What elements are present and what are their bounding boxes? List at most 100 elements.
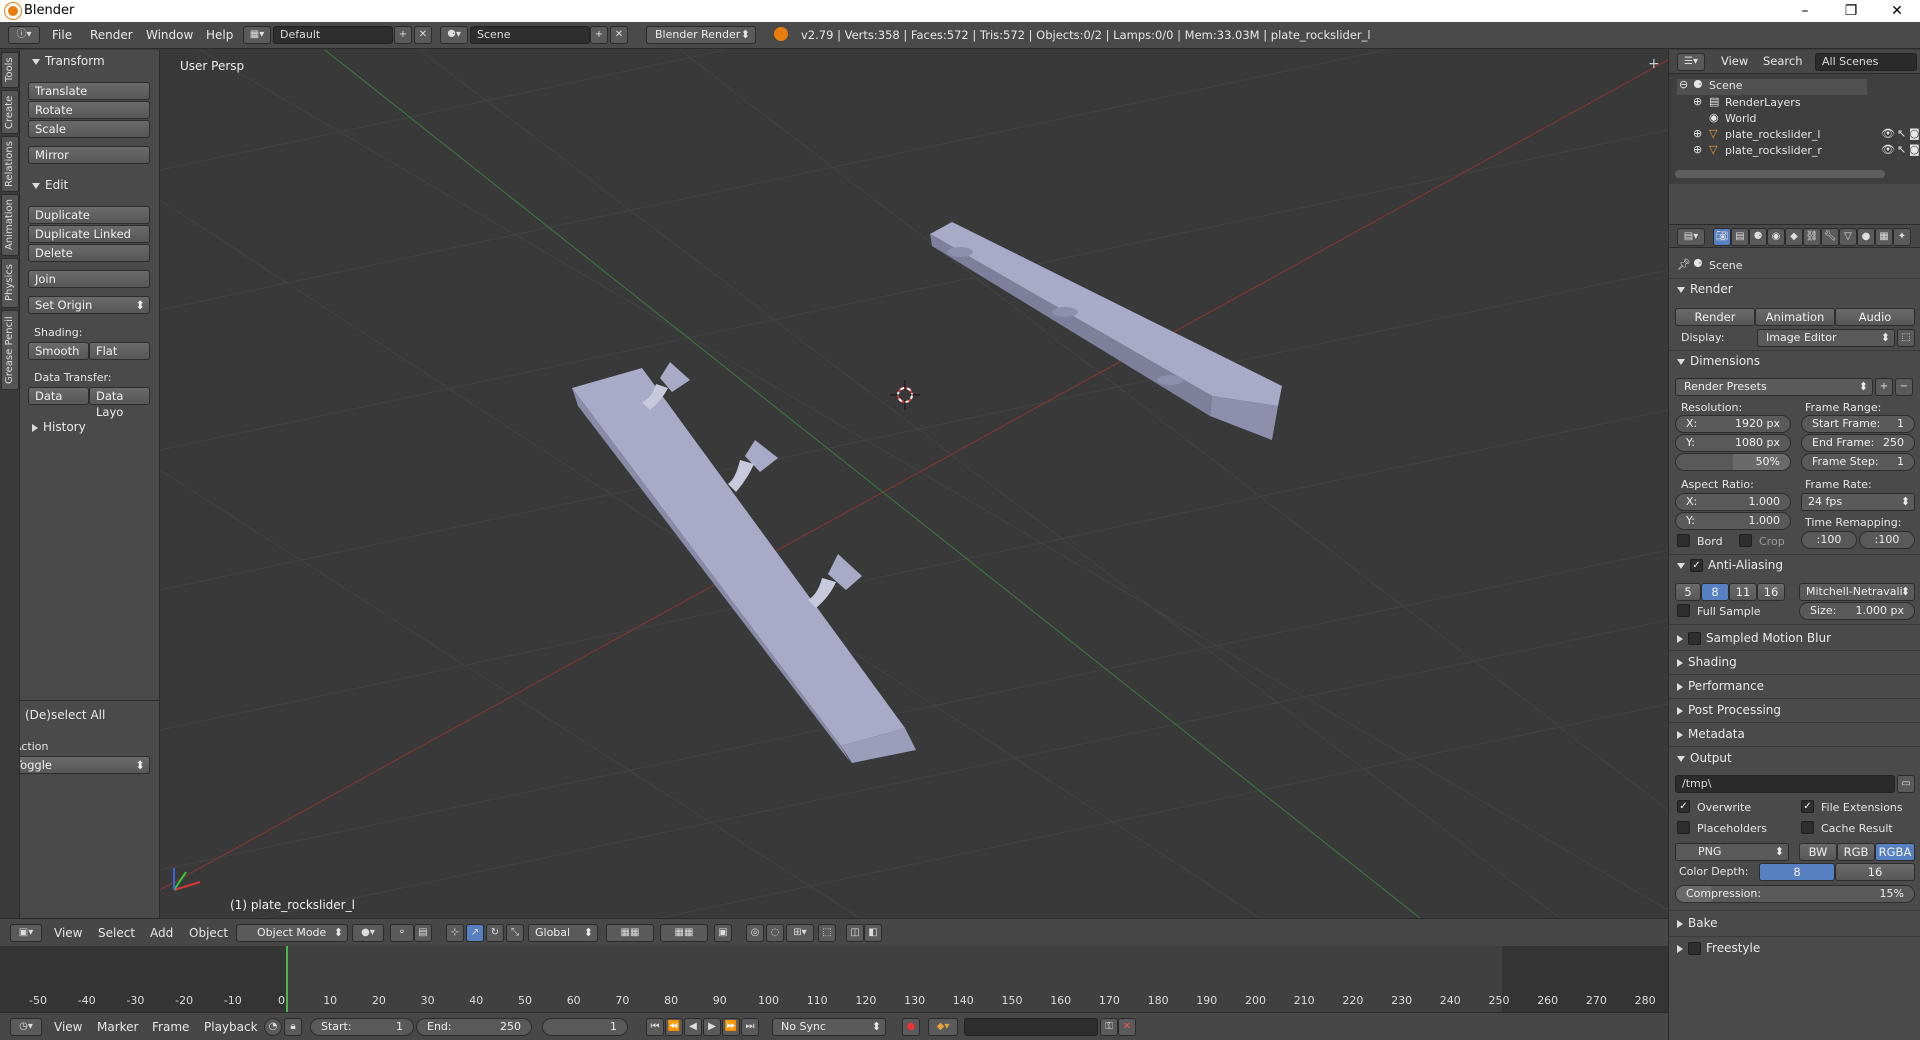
render-engine-select[interactable]: Blender Render ⬍ bbox=[646, 26, 756, 44]
aa-samples-8[interactable]: 8 bbox=[1701, 583, 1729, 601]
scale-manipulator-icon[interactable]: ⤡ bbox=[506, 924, 524, 942]
rotate-manipulator-icon[interactable]: ↻ bbox=[486, 924, 504, 942]
flat-button[interactable]: Flat bbox=[89, 342, 150, 360]
join-button[interactable]: Join bbox=[28, 270, 150, 288]
editor-type-3d-icon[interactable]: ▣▾ bbox=[10, 924, 42, 942]
render-animation-icon[interactable]: ◧ bbox=[864, 924, 882, 942]
layers-grid-1-icon[interactable]: ▦▦ bbox=[606, 924, 654, 942]
remap-new-field[interactable]: :100 bbox=[1859, 531, 1915, 549]
output-path-field[interactable]: /tmp\ bbox=[1675, 775, 1895, 793]
tab-physics[interactable]: Physics bbox=[1, 258, 19, 308]
tab-grease-pencil[interactable]: Grease Pencil bbox=[1, 310, 19, 390]
menu-select[interactable]: Select bbox=[98, 926, 135, 940]
render-camera-icon[interactable]: ◙ bbox=[1909, 127, 1920, 140]
layer-lock-icon[interactable]: ▣ bbox=[714, 924, 732, 942]
aa-filter-select[interactable]: Mitchell-Netravali ⬍ bbox=[1799, 583, 1915, 601]
preview-range-icon[interactable]: ◔ bbox=[264, 1018, 282, 1036]
rotate-button[interactable]: Rotate bbox=[28, 101, 150, 119]
lock-icon[interactable]: 🔒︎ bbox=[284, 1018, 302, 1036]
outliner-menu-search[interactable]: Search bbox=[1763, 54, 1803, 68]
play-icon[interactable]: ▶ bbox=[703, 1018, 721, 1036]
freestyle-checkbox[interactable] bbox=[1688, 942, 1701, 955]
visibility-eye-icon[interactable]: 👁︎ bbox=[1881, 143, 1895, 156]
motion-blur-checkbox[interactable] bbox=[1688, 632, 1701, 645]
outliner-scrollbar[interactable] bbox=[1675, 170, 1885, 178]
keying-icon[interactable]: ◆▾ bbox=[928, 1018, 958, 1036]
duplicate-linked-button[interactable]: Duplicate Linked bbox=[28, 225, 150, 243]
duplicate-button[interactable]: Duplicate bbox=[28, 206, 150, 224]
transform-panel-header[interactable]: Transform bbox=[32, 54, 105, 68]
plate-rockslider-r[interactable] bbox=[930, 222, 1282, 440]
remap-old-field[interactable]: :100 bbox=[1801, 531, 1857, 549]
editor-type-outliner-icon[interactable]: ☰▾ bbox=[1677, 53, 1705, 71]
resolution-x-field[interactable]: X: 1920 px bbox=[1675, 415, 1791, 433]
object-tab-icon[interactable]: ◆ bbox=[1785, 228, 1803, 246]
select-cursor-icon[interactable]: ↖ bbox=[1897, 127, 1906, 140]
resolution-percentage-slider[interactable]: 50% bbox=[1675, 453, 1791, 471]
add-scene-icon[interactable]: + bbox=[590, 26, 608, 44]
menu-playback[interactable]: Playback bbox=[204, 1020, 258, 1034]
anti-aliasing-checkbox[interactable]: ✓ bbox=[1690, 559, 1703, 572]
set-origin-select[interactable]: Set Origin ⬍ bbox=[28, 296, 150, 314]
tab-create[interactable]: Create bbox=[1, 90, 19, 134]
menu-frame[interactable]: Frame bbox=[152, 1020, 189, 1034]
render-tab-icon[interactable]: 📷︎ bbox=[1713, 228, 1731, 246]
rgb-button[interactable]: RGB bbox=[1837, 843, 1875, 861]
folder-icon[interactable]: ▭ bbox=[1897, 775, 1915, 793]
keying-set-field[interactable] bbox=[964, 1018, 1098, 1036]
sync-select[interactable]: No Sync ⬍ bbox=[772, 1018, 886, 1036]
outliner-menu-view[interactable]: View bbox=[1721, 54, 1748, 68]
play-reverse-icon[interactable]: ◀ bbox=[684, 1018, 702, 1036]
translate-manipulator-icon[interactable]: ↗ bbox=[466, 924, 484, 942]
outliner-item-plate-l[interactable]: plate_rockslider_l bbox=[1725, 128, 1820, 141]
data-button[interactable]: Data bbox=[28, 387, 89, 405]
overwrite-checkbox[interactable]: ✓ bbox=[1677, 800, 1690, 813]
menu-add[interactable]: Add bbox=[150, 926, 173, 940]
layout-field[interactable]: Default bbox=[273, 26, 393, 44]
remove-layout-icon[interactable]: ✕ bbox=[414, 26, 432, 44]
compression-slider[interactable]: Compression: 15% bbox=[1675, 885, 1915, 903]
tab-tools[interactable]: Tools bbox=[1, 52, 19, 88]
menu-file[interactable]: File bbox=[52, 28, 72, 42]
jump-start-icon[interactable]: ⏮ bbox=[646, 1018, 664, 1036]
add-preset-icon[interactable]: + bbox=[1875, 378, 1893, 396]
start-frame-prop-field[interactable]: Start Frame: 1 bbox=[1801, 415, 1915, 433]
current-frame-field[interactable]: 1 bbox=[542, 1018, 628, 1036]
physics-tab-icon[interactable]: ✦ bbox=[1893, 228, 1911, 246]
pin-icon[interactable]: 📌︎ bbox=[1677, 258, 1691, 271]
action-select[interactable]: Toggle ⬍ bbox=[8, 756, 150, 774]
editor-type-timeline-icon[interactable]: ◷▾ bbox=[10, 1018, 42, 1036]
end-frame-field[interactable]: End: 250 bbox=[416, 1018, 532, 1036]
mode-select[interactable]: Object Mode ⬍ bbox=[236, 924, 348, 942]
color-depth-16-button[interactable]: 16 bbox=[1835, 863, 1915, 881]
render-layers-tab-icon[interactable]: ▤ bbox=[1731, 228, 1749, 246]
remove-preset-icon[interactable]: − bbox=[1895, 378, 1913, 396]
anti-aliasing-panel-header[interactable]: ✓ Anti-Aliasing bbox=[1677, 558, 1783, 572]
screen-layout-icon[interactable]: ▦▾ bbox=[243, 26, 271, 44]
start-frame-field[interactable]: Start: 1 bbox=[310, 1018, 414, 1036]
menu-view[interactable]: View bbox=[54, 926, 82, 940]
material-tab-icon[interactable]: ● bbox=[1857, 228, 1875, 246]
expand-icon[interactable]: ⊕ bbox=[1693, 143, 1702, 156]
color-depth-8-button[interactable]: 8 bbox=[1759, 863, 1835, 881]
render-options-icon[interactable]: ⬚ bbox=[1897, 329, 1915, 347]
proportional-edit-icon[interactable]: ◎ bbox=[746, 924, 764, 942]
prev-keyframe-icon[interactable]: ⏪ bbox=[665, 1018, 683, 1036]
plate-rockslider-l[interactable] bbox=[572, 362, 916, 763]
operator-panel-header[interactable]: (De)select All bbox=[12, 708, 105, 722]
menu-marker[interactable]: Marker bbox=[97, 1020, 138, 1034]
expand-icon[interactable]: ⊕ bbox=[1693, 95, 1702, 108]
orientation-select[interactable]: Global ⬍ bbox=[528, 924, 598, 942]
add-layout-icon[interactable]: + bbox=[394, 26, 412, 44]
crop-checkbox[interactable] bbox=[1739, 534, 1752, 547]
history-panel-header[interactable]: History bbox=[32, 420, 86, 434]
menu-render[interactable]: Render bbox=[90, 28, 133, 42]
select-cursor-icon[interactable]: ↖ bbox=[1897, 143, 1906, 156]
performance-panel-header[interactable]: Performance bbox=[1677, 679, 1764, 693]
file-format-select[interactable]: PNG ⬍ bbox=[1675, 843, 1789, 861]
aa-size-field[interactable]: Size: 1.000 px bbox=[1799, 602, 1915, 620]
tab-relations[interactable]: Relations bbox=[1, 136, 19, 192]
visibility-eye-icon[interactable]: 👁︎ bbox=[1881, 127, 1895, 140]
mirror-button[interactable]: Mirror bbox=[28, 146, 150, 164]
resolution-y-field[interactable]: Y: 1080 px bbox=[1675, 434, 1791, 452]
